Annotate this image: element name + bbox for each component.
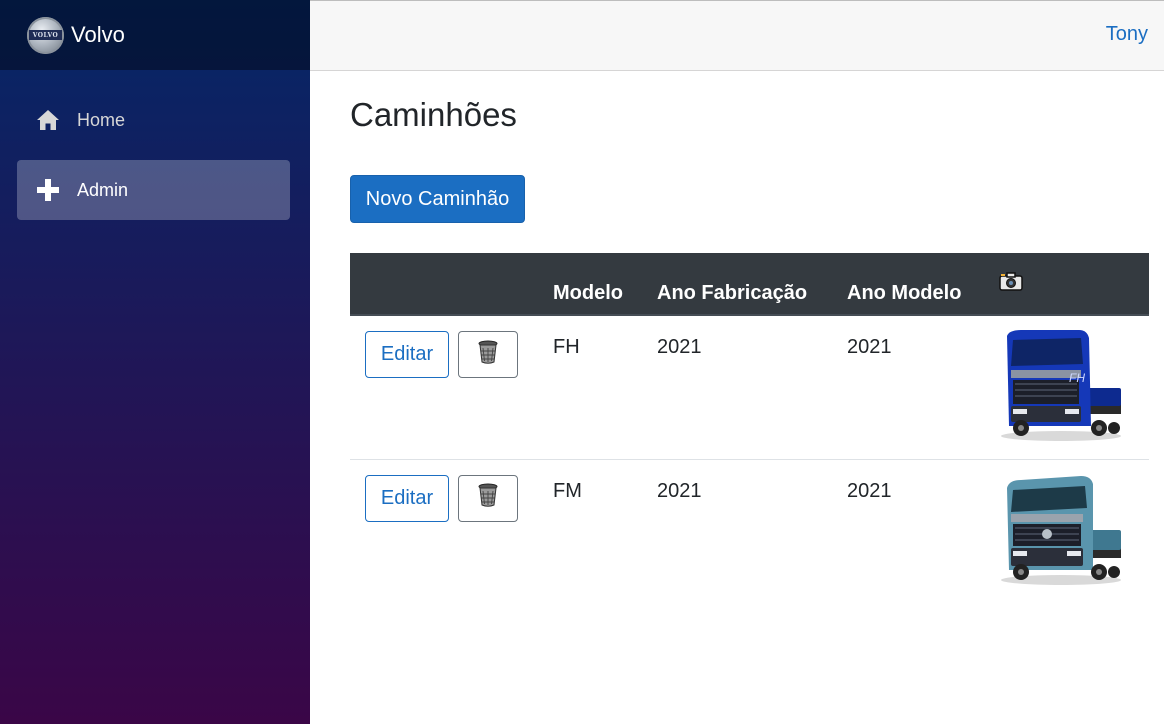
trash-icon <box>477 340 499 370</box>
sidebar-item-home[interactable]: Home <box>17 90 290 150</box>
header-photo <box>999 253 1149 316</box>
truck-image <box>1001 475 1121 585</box>
sidebar-item-admin[interactable]: Admin <box>17 160 290 220</box>
cell-modelo: FH <box>553 315 657 460</box>
cell-photo <box>999 459 1149 603</box>
header-ano-fabricacao: Ano Fabricação <box>657 253 847 316</box>
truck-image: FH <box>1001 330 1121 441</box>
table-header-row: Modelo Ano Fabricação Ano Modelo <box>350 253 1149 316</box>
edit-button[interactable]: Editar <box>365 474 449 522</box>
cell-photo: FH <box>999 315 1149 460</box>
trucks-table: Modelo Ano Fabricação Ano Modelo Editar … <box>350 253 1149 603</box>
header-ano-modelo: Ano Modelo <box>847 253 999 316</box>
new-truck-button[interactable]: Novo Caminhão <box>350 175 525 223</box>
row-actions: Editar <box>350 459 553 603</box>
cell-ano-modelo: 2021 <box>847 479 892 502</box>
delete-button[interactable] <box>457 331 518 378</box>
plus-icon <box>36 178 60 202</box>
app: VOLVO Volvo Home Admin Tony Caminhões No… <box>0 0 1164 724</box>
table-row: Editar FH 2021 2021 FH <box>350 315 1149 460</box>
sidebar-item-label: Admin <box>77 179 129 200</box>
home-icon <box>36 108 60 132</box>
cell-modelo: FM <box>553 479 582 502</box>
user-link[interactable]: Tony <box>1106 23 1148 46</box>
camera-icon <box>999 271 1023 297</box>
edit-button[interactable]: Editar <box>365 331 449 378</box>
svg-text:FH: FH <box>1069 371 1085 385</box>
cell-ano-fabricacao: 2021 <box>657 479 702 502</box>
table-row: Editar FM 2021 2021 <box>350 459 1149 603</box>
header-actions <box>350 253 553 316</box>
cell-ano-fabricacao: 2021 <box>657 315 847 460</box>
sidebar-item-label: Home <box>77 109 126 130</box>
cell-ano-modelo: 2021 <box>847 315 999 460</box>
header-modelo: Modelo <box>553 253 657 316</box>
trash-icon <box>477 483 499 513</box>
main-content: Caminhões Novo Caminhão Modelo Ano Fabri… <box>350 71 1150 603</box>
brand-bar: VOLVO Volvo <box>0 0 310 70</box>
sidebar: VOLVO Volvo Home Admin <box>0 0 310 724</box>
brand-name[interactable]: Volvo <box>71 22 125 48</box>
logo-text: VOLVO <box>29 30 62 40</box>
top-bar: Tony <box>310 0 1164 71</box>
row-actions: Editar <box>350 315 553 460</box>
volvo-logo-icon: VOLVO <box>27 16 64 54</box>
sidebar-nav: Home Admin <box>0 70 310 220</box>
page-title: Caminhões <box>350 96 517 133</box>
delete-button[interactable] <box>457 474 518 522</box>
